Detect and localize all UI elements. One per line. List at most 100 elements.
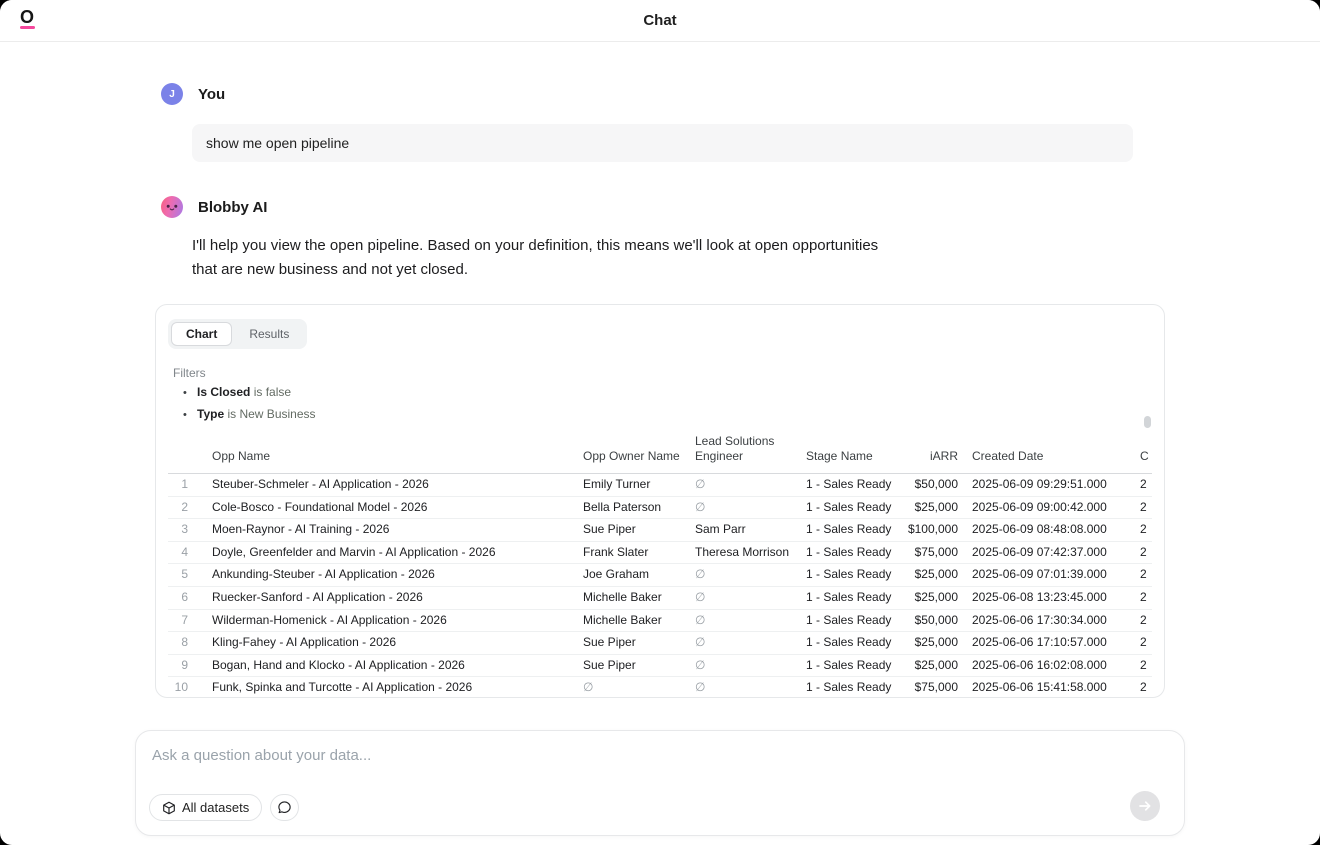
cell-created-date: 2025-06-09 07:01:39.000 [958, 564, 1126, 587]
cell-row-number: 1 [168, 474, 212, 497]
cell-opp-owner: Sue Piper [583, 519, 695, 542]
cell-row-number: 9 [168, 654, 212, 677]
cell-stage: 1 - Sales Ready [806, 564, 902, 587]
cell-clipped: 2 [1126, 677, 1152, 698]
all-datasets-label: All datasets [182, 800, 249, 815]
col-header-num [168, 434, 212, 474]
cell-opp-name: Bogan, Hand and Klocko - AI Application … [212, 654, 583, 677]
table-row[interactable]: 10 Funk, Spinka and Turcotte - AI Applic… [168, 677, 1152, 698]
cell-opp-name: Ankunding-Steuber - AI Application - 202… [212, 564, 583, 587]
results-table-viewport[interactable]: Opp Name Opp Owner Name Lead Solutions E… [168, 434, 1152, 698]
user-name: You [198, 86, 225, 103]
assistant-avatar [161, 196, 183, 218]
vertical-scrollbar-thumb[interactable] [1144, 416, 1151, 428]
tab-results[interactable]: Results [234, 322, 304, 346]
cell-stage: 1 - Sales Ready [806, 541, 902, 564]
cell-iarr: $25,000 [902, 632, 958, 655]
cell-opp-owner: Bella Paterson [583, 496, 695, 519]
cell-opp-name: Steuber-Schmeler - AI Application - 2026 [212, 474, 583, 497]
col-header-iarr[interactable]: iARR [902, 434, 958, 474]
cell-created-date: 2025-06-06 17:30:34.000 [958, 609, 1126, 632]
cell-created-date: 2025-06-09 09:29:51.000 [958, 474, 1126, 497]
comment-button[interactable] [270, 794, 299, 821]
cell-clipped: 2 [1126, 609, 1152, 632]
filters-section: Filters •Is Closed is false •Type is New… [173, 366, 1152, 424]
table-row[interactable]: 7 Wilderman-Homenick - AI Application - … [168, 609, 1152, 632]
cell-stage: 1 - Sales Ready [806, 474, 902, 497]
question-input[interactable] [152, 747, 1052, 764]
cell-lead-se: ∅ [695, 496, 806, 519]
col-header-opp-owner[interactable]: Opp Owner Name [583, 434, 695, 474]
cell-clipped: 2 [1126, 541, 1152, 564]
table-row[interactable]: 4 Doyle, Greenfelder and Marvin - AI App… [168, 541, 1152, 564]
cell-created-date: 2025-06-06 16:02:08.000 [958, 654, 1126, 677]
cell-clipped: 2 [1126, 586, 1152, 609]
cell-row-number: 7 [168, 609, 212, 632]
app-logo[interactable]: O [16, 7, 38, 29]
cell-opp-owner: Sue Piper [583, 654, 695, 677]
cell-iarr: $75,000 [902, 677, 958, 698]
tab-chart[interactable]: Chart [171, 322, 232, 346]
cell-stage: 1 - Sales Ready [806, 609, 902, 632]
table-row[interactable]: 6 Ruecker-Sanford - AI Application - 202… [168, 586, 1152, 609]
result-card: Chart Results Filters •Is Closed is fals… [155, 304, 1165, 698]
app-window: O Chat J You show me open pipeline [0, 0, 1320, 845]
cell-created-date: 2025-06-09 08:48:08.000 [958, 519, 1126, 542]
col-header-lead-se[interactable]: Lead Solutions Engineer [695, 434, 806, 474]
table-row[interactable]: 8 Kling-Fahey - AI Application - 2026 Su… [168, 632, 1152, 655]
results-table: Opp Name Opp Owner Name Lead Solutions E… [168, 434, 1152, 698]
cell-opp-owner: Joe Graham [583, 564, 695, 587]
table-header-row: Opp Name Opp Owner Name Lead Solutions E… [168, 434, 1152, 474]
send-button[interactable] [1130, 791, 1160, 821]
filter-item-is-closed: •Is Closed is false [183, 384, 1152, 402]
cell-lead-se: ∅ [695, 564, 806, 587]
cell-created-date: 2025-06-08 13:23:45.000 [958, 586, 1126, 609]
cell-row-number: 4 [168, 541, 212, 564]
table-row[interactable]: 3 Moen-Raynor - AI Training - 2026 Sue P… [168, 519, 1152, 542]
bullet-icon: • [183, 407, 197, 424]
cell-opp-name: Doyle, Greenfelder and Marvin - AI Appli… [212, 541, 583, 564]
col-header-opp-name[interactable]: Opp Name [212, 434, 583, 474]
arrow-right-icon [1137, 798, 1153, 814]
cell-lead-se: ∅ [695, 654, 806, 677]
cell-stage: 1 - Sales Ready [806, 496, 902, 519]
cell-lead-se: ∅ [695, 632, 806, 655]
cell-clipped: 2 [1126, 519, 1152, 542]
cell-lead-se: ∅ [695, 609, 806, 632]
cell-opp-name: Funk, Spinka and Turcotte - AI Applicati… [212, 677, 583, 698]
cell-row-number: 2 [168, 496, 212, 519]
cell-opp-owner: Sue Piper [583, 632, 695, 655]
filter-field: Type [197, 407, 224, 421]
cell-opp-owner: Emily Turner [583, 474, 695, 497]
cell-row-number: 10 [168, 677, 212, 698]
cell-stage: 1 - Sales Ready [806, 632, 902, 655]
cell-iarr: $50,000 [902, 609, 958, 632]
cell-row-number: 6 [168, 586, 212, 609]
logo-glyph: O [16, 7, 38, 27]
all-datasets-button[interactable]: All datasets [149, 794, 262, 821]
cell-opp-name: Ruecker-Sanford - AI Application - 2026 [212, 586, 583, 609]
user-avatar-initial: J [169, 89, 175, 100]
cell-clipped: 2 [1126, 564, 1152, 587]
table-row[interactable]: 9 Bogan, Hand and Klocko - AI Applicatio… [168, 654, 1152, 677]
cell-stage: 1 - Sales Ready [806, 519, 902, 542]
cell-created-date: 2025-06-06 17:10:57.000 [958, 632, 1126, 655]
col-header-clipped[interactable]: C [1126, 434, 1152, 474]
filter-field: Is Closed [197, 385, 250, 399]
col-header-stage[interactable]: Stage Name [806, 434, 902, 474]
table-row[interactable]: 1 Steuber-Schmeler - AI Application - 20… [168, 474, 1152, 497]
cell-lead-se: ∅ [695, 586, 806, 609]
cell-iarr: $25,000 [902, 496, 958, 519]
cell-clipped: 2 [1126, 496, 1152, 519]
cell-opp-name: Moen-Raynor - AI Training - 2026 [212, 519, 583, 542]
table-row[interactable]: 2 Cole-Bosco - Foundational Model - 2026… [168, 496, 1152, 519]
table-row[interactable]: 5 Ankunding-Steuber - AI Application - 2… [168, 564, 1152, 587]
chat-scroll-area[interactable]: J You show me open pipeline [0, 83, 1320, 698]
filter-item-type: •Type is New Business [183, 406, 1152, 424]
col-header-created[interactable]: Created Date [958, 434, 1126, 474]
cell-stage: 1 - Sales Ready [806, 654, 902, 677]
page-title: Chat [643, 12, 676, 29]
cell-iarr: $50,000 [902, 474, 958, 497]
cell-row-number: 8 [168, 632, 212, 655]
cell-lead-se: Theresa Morrison [695, 541, 806, 564]
